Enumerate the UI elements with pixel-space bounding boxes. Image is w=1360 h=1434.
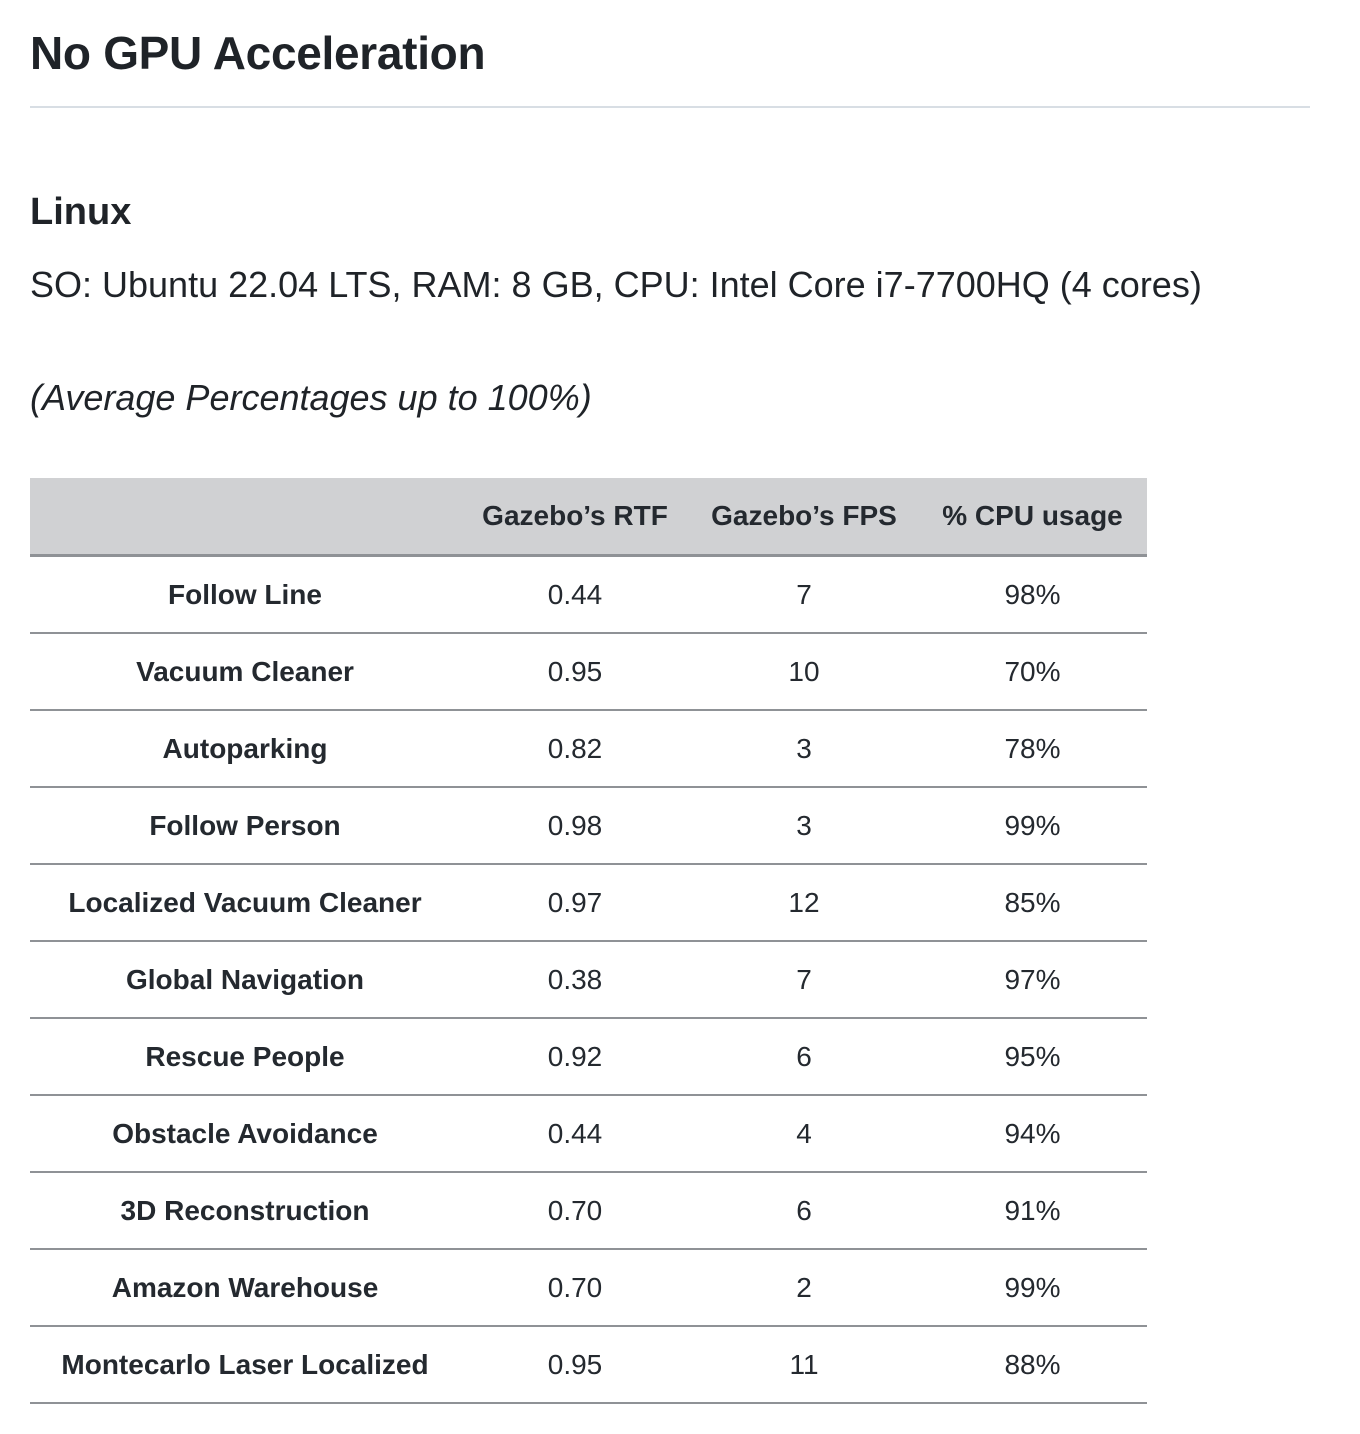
table-row: Follow Person 0.98 3 99% <box>30 787 1147 865</box>
table-body: Follow Line 0.44 7 98% Vacuum Cleaner 0.95 10 7… <box>30 555 1147 1404</box>
cell-exercise: Vacuum Cleaner <box>30 633 460 711</box>
cell-exercise: Obstacle Avoidance <box>30 1095 460 1173</box>
document-content: No GPU Acceleration Linux SO: Ubuntu 22.… <box>30 0 1310 1404</box>
cell-exercise: Montecarlo Laser Localized <box>30 1326 460 1404</box>
table-header: Gazebo’s RTF Gazebo’s FPS % CPU usage <box>30 478 1147 557</box>
cell-fps: 7 <box>690 941 918 1019</box>
cell-exercise: Rescue People <box>30 1018 460 1096</box>
cell-fps: 2 <box>690 1249 918 1327</box>
cell-fps: 6 <box>690 1018 918 1096</box>
header-rtf: Gazebo’s RTF <box>460 478 690 557</box>
table-row: Obstacle Avoidance 0.44 4 94% <box>30 1095 1147 1173</box>
cell-cpu: 98% <box>918 555 1147 634</box>
cell-cpu: 94% <box>918 1095 1147 1173</box>
cell-cpu: 78% <box>918 710 1147 788</box>
cell-rtf: 0.44 <box>460 555 690 634</box>
cell-rtf: 0.95 <box>460 1326 690 1404</box>
cell-exercise: Amazon Warehouse <box>30 1249 460 1327</box>
cell-cpu: 85% <box>918 864 1147 942</box>
cell-exercise: Localized Vacuum Cleaner <box>30 864 460 942</box>
table-row: Montecarlo Laser Localized 0.95 11 88% <box>30 1326 1147 1404</box>
cell-rtf: 0.44 <box>460 1095 690 1173</box>
cell-fps: 3 <box>690 710 918 788</box>
cell-rtf: 0.70 <box>460 1172 690 1250</box>
cell-exercise: Global Navigation <box>30 941 460 1019</box>
table-row: Follow Line 0.44 7 98% <box>30 555 1147 634</box>
header-fps: Gazebo’s FPS <box>690 478 918 557</box>
cell-cpu: 97% <box>918 941 1147 1019</box>
header-row: Gazebo’s RTF Gazebo’s FPS % CPU usage <box>30 478 1147 557</box>
table-row: Autoparking 0.82 3 78% <box>30 710 1147 788</box>
cell-cpu: 70% <box>918 633 1147 711</box>
average-note: (Average Percentages up to 100%) <box>30 377 592 418</box>
cell-rtf: 0.70 <box>460 1249 690 1327</box>
system-specs: SO: Ubuntu 22.04 LTS, RAM: 8 GB, CPU: In… <box>30 264 1202 305</box>
cell-exercise: Follow Person <box>30 787 460 865</box>
cell-fps: 10 <box>690 633 918 711</box>
cell-cpu: 88% <box>918 1326 1147 1404</box>
table-row: Amazon Warehouse 0.70 2 99% <box>30 1249 1147 1327</box>
cell-fps: 11 <box>690 1326 918 1404</box>
cell-exercise: Follow Line <box>30 555 460 634</box>
cell-exercise: Autoparking <box>30 710 460 788</box>
header-exercise <box>30 478 460 557</box>
cell-fps: 3 <box>690 787 918 865</box>
table-row: Global Navigation 0.38 7 97% <box>30 941 1147 1019</box>
cell-rtf: 0.95 <box>460 633 690 711</box>
table-row: 3D Reconstruction 0.70 6 91% <box>30 1172 1147 1250</box>
cell-fps: 4 <box>690 1095 918 1173</box>
cell-rtf: 0.97 <box>460 864 690 942</box>
cell-rtf: 0.82 <box>460 710 690 788</box>
cell-rtf: 0.92 <box>460 1018 690 1096</box>
benchmark-table: Gazebo’s RTF Gazebo’s FPS % CPU usage Fo… <box>30 478 1147 1404</box>
page-title: No GPU Acceleration <box>30 0 1310 108</box>
cell-fps: 12 <box>690 864 918 942</box>
header-cpu: % CPU usage <box>918 478 1147 557</box>
table-row: Vacuum Cleaner 0.95 10 70% <box>30 633 1147 711</box>
cell-exercise: 3D Reconstruction <box>30 1172 460 1250</box>
cell-cpu: 99% <box>918 1249 1147 1327</box>
cell-cpu: 91% <box>918 1172 1147 1250</box>
cell-fps: 7 <box>690 555 918 634</box>
table-row: Localized Vacuum Cleaner 0.97 12 85% <box>30 864 1147 942</box>
cell-cpu: 95% <box>918 1018 1147 1096</box>
cell-cpu: 99% <box>918 787 1147 865</box>
cell-rtf: 0.98 <box>460 787 690 865</box>
cell-fps: 6 <box>690 1172 918 1250</box>
section-title: Linux <box>30 191 132 233</box>
cell-rtf: 0.38 <box>460 941 690 1019</box>
table-row: Rescue People 0.92 6 95% <box>30 1018 1147 1096</box>
